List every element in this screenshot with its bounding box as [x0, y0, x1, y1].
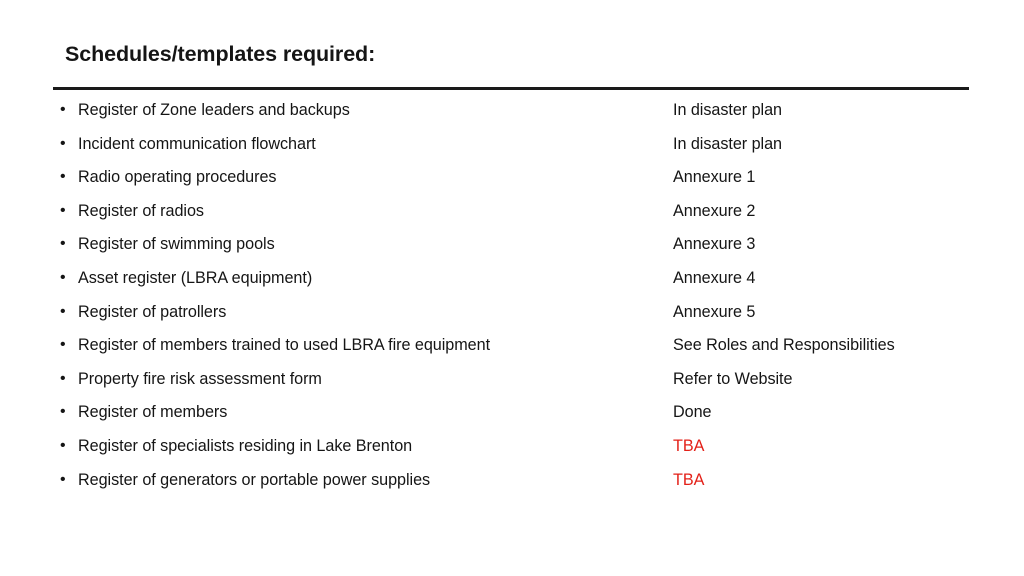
bullet-icon: • [60, 134, 66, 152]
table-row: • Register of patrollers Annexure 5 [0, 301, 1024, 335]
schedule-item-cell: • Incident communication flowchart [60, 133, 660, 155]
schedule-item-label: Register of members [78, 403, 228, 422]
schedule-item-cell: • Register of members trained to used LBR… [60, 334, 660, 356]
schedule-item-cell: • Register of members [60, 401, 660, 423]
table-row: • Incident communication flowchart In disa… [0, 133, 1024, 167]
table-row: • Register of generators or portable powe… [0, 469, 1024, 503]
bullet-icon: • [60, 436, 66, 454]
status-badge: TBA [673, 470, 705, 489]
bullet-icon: • [60, 470, 66, 488]
schedule-reference-label: Annexure 2 [673, 201, 756, 220]
table-row: • Property fire risk assessment form Refer… [0, 368, 1024, 402]
schedule-item-cell: • Asset register (LBRA equipment) [60, 267, 660, 289]
schedule-item-cell: • Register of generators or portable powe… [60, 469, 660, 491]
schedule-item-label: Register of generators or portable power… [78, 470, 431, 489]
table-row: • Asset register (LBRA equipment) Annexure… [0, 267, 1024, 301]
bullet-icon: • [60, 101, 66, 118]
schedule-item-label: Incident communication flowchart [78, 134, 316, 153]
bullet-icon: • [60, 302, 66, 320]
schedule-item-cell: • Property fire risk assessment form [60, 368, 660, 390]
status-badge: TBA [673, 436, 705, 455]
schedule-item-label: Register of Zone leaders and backups [78, 101, 350, 119]
table-row: • Register of radios Annexure 2 [0, 200, 1024, 234]
page-title: Schedules/templates required: [65, 42, 376, 66]
schedule-item-label: Register of swimming pools [78, 235, 275, 254]
bullet-icon: • [60, 168, 66, 186]
schedule-reference-label: Annexure 5 [673, 302, 756, 321]
schedule-reference-label: See Roles and Responsibilities [673, 336, 895, 355]
table-row: • Register of Zone leaders and backups In … [0, 99, 1024, 133]
title-divider [53, 87, 969, 90]
schedule-reference-label: Annexure 3 [673, 235, 756, 254]
schedule-item-cell: • Register of specialists residing in Lak… [60, 435, 660, 457]
schedule-item-label: Asset register (LBRA equipment) [78, 268, 313, 287]
schedule-item-label: Property fire risk assessment form [78, 369, 322, 388]
table-row: • Register of swimming pools Annexure 3 [0, 233, 1024, 267]
schedule-item-cell: • Register of radios [60, 200, 660, 222]
schedule-item-cell: • Radio operating procedures [60, 166, 660, 188]
bullet-icon: • [60, 201, 66, 219]
schedules-table: • Register of Zone leaders and backups In … [0, 99, 1024, 502]
schedule-item-cell: • Register of patrollers [60, 301, 660, 323]
schedule-reference-label: In disaster plan [673, 101, 782, 119]
bullet-icon: • [60, 403, 66, 421]
slide-canvas: Schedules/templates required: • Register … [0, 0, 1024, 576]
schedule-reference-label: In disaster plan [673, 134, 782, 153]
schedule-item-label: Register of members trained to used LBRA… [78, 336, 491, 355]
schedule-reference-label: Annexure 4 [673, 268, 756, 287]
bullet-icon: • [60, 336, 66, 354]
bullet-icon: • [60, 268, 66, 286]
schedule-item-cell: • Register of swimming pools [60, 233, 660, 255]
schedule-item-label: Register of radios [78, 201, 204, 220]
schedule-reference-label: Done [673, 403, 712, 422]
bullet-icon: • [60, 369, 66, 387]
schedule-item-label: Radio operating procedures [78, 168, 277, 187]
schedule-item-label: Register of patrollers [78, 302, 227, 321]
table-row: • Radio operating procedures Annexure 1 [0, 166, 1024, 200]
bullet-icon: • [60, 235, 66, 253]
schedule-reference-label: Refer to Website [673, 369, 793, 388]
schedule-reference-label: Annexure 1 [673, 168, 756, 187]
table-row: • Register of members trained to used LBR… [0, 334, 1024, 368]
table-row: • Register of members Done [0, 401, 1024, 435]
schedule-item-label: Register of specialists residing in Lake… [78, 436, 413, 455]
schedule-item-cell: • Register of Zone leaders and backups [60, 99, 660, 121]
table-row: • Register of specialists residing in Lak… [0, 435, 1024, 469]
